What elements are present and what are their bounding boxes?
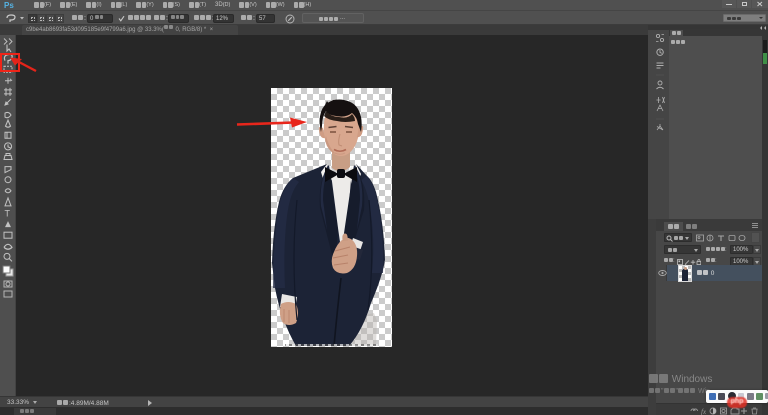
svg-text:T: T bbox=[5, 209, 11, 219]
svg-text:fx: fx bbox=[701, 408, 707, 415]
